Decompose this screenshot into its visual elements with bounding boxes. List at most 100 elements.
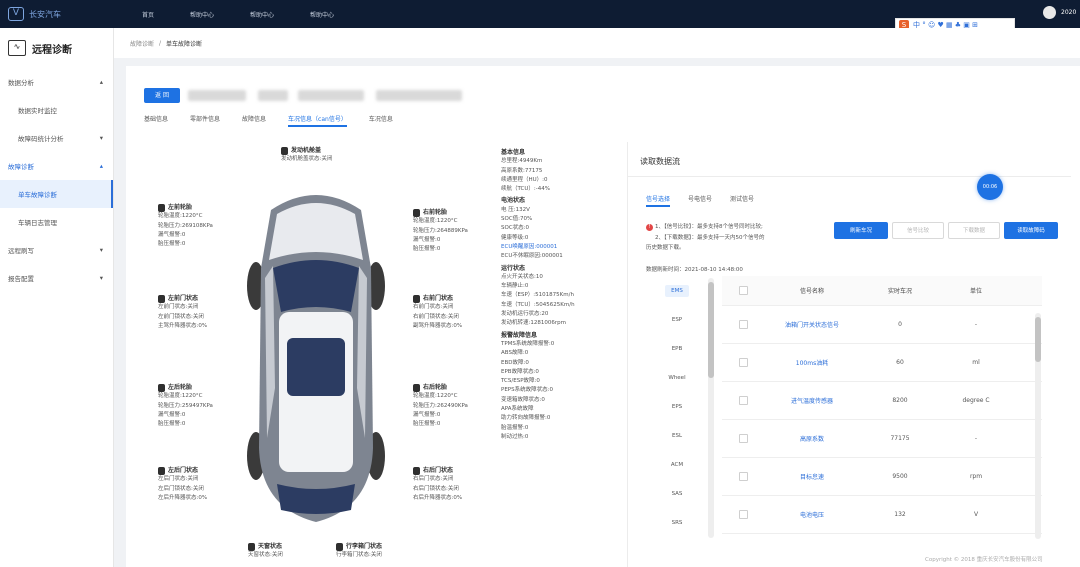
sidebar-item-label: 故障诊断	[8, 163, 34, 171]
tab-vehicle-status[interactable]: 车况信息	[369, 112, 393, 127]
tab-test-signal[interactable]: 测试信号	[730, 194, 754, 207]
ecu-item[interactable]: EPB	[646, 334, 708, 363]
compare-signals-button[interactable]: 信号比较	[892, 222, 944, 239]
sidebar-item-fault-diagnosis[interactable]: 故障诊断 ▴	[0, 152, 113, 180]
ecu-item[interactable]: ESP	[646, 305, 708, 334]
row-checkbox[interactable]	[738, 358, 748, 367]
tab-power-signal[interactable]: 号电信号	[688, 194, 712, 207]
read-dtc-button[interactable]: 读取故障码	[1004, 222, 1058, 239]
vehicle-id-redacted	[188, 90, 246, 101]
brand-name: 长安汽车	[29, 9, 61, 19]
row-checkbox[interactable]	[738, 434, 748, 443]
detail-tabs: 基础信息 零部件信息 故障信息 车况信息（can信号） 车况信息	[144, 112, 415, 127]
timer-badge[interactable]: 00:06	[977, 174, 1003, 200]
block-line: 天窗状态:关闭	[248, 552, 283, 559]
sidebar-item-realtime-monitor[interactable]: 数据实时监控	[0, 96, 113, 124]
table-row[interactable]: 100ms油耗 60 ml	[722, 344, 1042, 382]
select-all-checkbox[interactable]	[738, 286, 748, 295]
tab-basic-info[interactable]: 基础信息	[144, 112, 168, 127]
chevron-up-icon: ▴	[99, 78, 103, 86]
block-line: 轮胎温度:1220°C	[413, 393, 458, 400]
left-rear-wheel-status: 左后轮胎 轮胎温度:1220°C 轮胎压力:259497KPa 漏气报警:0 胎…	[158, 383, 213, 429]
sunroof-status: 天窗状态 天窗状态:关闭	[248, 542, 283, 561]
table-row[interactable]: 电池电压 132 V	[722, 496, 1042, 534]
block-line: 发动机舱盖状态:关闭	[281, 156, 333, 163]
nav-home[interactable]: 首页	[142, 10, 154, 19]
breadcrumb-parent[interactable]: 故障诊断	[130, 39, 154, 48]
sidebar-item-single-vehicle-diagnosis[interactable]: 单车故障诊断	[0, 180, 113, 208]
signal-name-link[interactable]: 目标怠速	[764, 472, 860, 481]
info-line: 发动机转速:1281006rpm	[501, 320, 566, 327]
info-line: SOC值:70%	[501, 216, 533, 223]
left-front-wheel-status: 左前轮胎 轮胎温度:1220°C 轮胎压力:269108KPa 漏气报警:0 胎…	[158, 203, 213, 249]
car-door-icon	[413, 466, 420, 475]
signal-name-link[interactable]: 电池电压	[764, 510, 860, 519]
info-line: SOC状态:0	[501, 225, 530, 232]
sidebar-item-report-config[interactable]: 报告配置 ▾	[0, 264, 113, 292]
vehicle-id-redacted	[258, 90, 288, 101]
ecu-item[interactable]: SRS	[646, 508, 708, 537]
table-row[interactable]: 高原系数 77175 -	[722, 420, 1042, 458]
chevron-down-icon: ▾	[99, 274, 103, 282]
copyright: Copyright © 2018 重庆长安汽车股份有限公司	[925, 557, 1043, 563]
nav-help-1[interactable]: 帮助中心	[190, 10, 214, 19]
car-door-icon	[158, 466, 165, 475]
row-checkbox[interactable]	[738, 510, 748, 519]
block-line: 左后升降器状态:0%	[158, 494, 208, 501]
signal-name-link[interactable]: 高原系数	[764, 434, 860, 443]
ecu-item[interactable]: ESL	[646, 421, 708, 450]
tab-signal-select[interactable]: 信号选择	[646, 194, 671, 207]
ecu-item[interactable]: EPS	[646, 392, 708, 421]
brand-logo[interactable]: V 长安汽车	[0, 0, 114, 28]
block-line: 胎压报警:0	[413, 246, 441, 253]
row-checkbox[interactable]	[738, 320, 748, 329]
ecu-item[interactable]: ACM	[646, 450, 708, 479]
scrollbar-thumb[interactable]	[1035, 317, 1041, 362]
ecu-item[interactable]: EMS	[646, 276, 708, 305]
block-title: 左后门状态	[168, 467, 199, 474]
ecu-list-scrollbar[interactable]	[708, 278, 714, 538]
app-title-text: 远程诊断	[32, 44, 72, 56]
info-line: PEPS系统故障状态:0	[501, 387, 553, 394]
scrollbar-thumb[interactable]	[708, 282, 714, 378]
block-line: 胎压报警:0	[158, 421, 186, 428]
ecu-item[interactable]: Wheel	[646, 363, 708, 392]
signal-unit: rpm	[969, 473, 983, 480]
nav-help-2[interactable]: 帮助中心	[250, 10, 274, 19]
sidebar-item-dtc-stats[interactable]: 故障码统计分析 ▾	[0, 124, 113, 152]
ecu-wake-reason-link[interactable]: ECU唤醒原因:000001	[501, 243, 617, 252]
ecu-item[interactable]: SAS	[646, 479, 708, 508]
block-line: 左后门锁状态:关闭	[158, 485, 204, 492]
sidebar-item-label: 数据实时监控	[18, 107, 57, 115]
nav-help-3[interactable]: 帮助中心	[310, 10, 334, 19]
row-checkbox[interactable]	[738, 472, 748, 481]
table-scrollbar[interactable]	[1035, 313, 1041, 539]
sidebar-item-remote-flash[interactable]: 远程刷写 ▾	[0, 236, 113, 264]
sidebar-item-vehicle-log[interactable]: 车辆日志管理	[0, 208, 113, 236]
tab-parts-info[interactable]: 零部件信息	[190, 112, 220, 127]
signal-name-link[interactable]: 100ms油耗	[764, 358, 860, 367]
refresh-vehicle-button[interactable]: 刷新车况	[834, 222, 888, 239]
table-row[interactable]: 进气温度传感器 8200 degree C	[722, 382, 1042, 420]
block-line: 漏气报警:0	[413, 236, 441, 243]
block-line: 漏气报警:0	[158, 231, 186, 238]
signal-name-link[interactable]: 进气温度传感器	[764, 396, 860, 405]
back-button[interactable]: 返 回	[144, 88, 180, 103]
row-checkbox[interactable]	[738, 396, 748, 405]
avatar[interactable]	[1043, 6, 1056, 19]
tab-vehicle-can[interactable]: 车况信息（can信号）	[288, 112, 347, 127]
download-data-button[interactable]: 下载数据	[948, 222, 1000, 239]
sidebar-item-data-analysis[interactable]: 数据分析 ▴	[0, 68, 113, 96]
note-line: 历史数据下载。	[646, 245, 685, 251]
signal-unit: -	[974, 435, 978, 442]
block-title: 右后门状态	[423, 467, 454, 474]
tab-fault-info[interactable]: 故障信息	[242, 112, 266, 127]
signal-name-link[interactable]: 油箱门开关状态信号	[764, 320, 860, 329]
refresh-time: 数据刷新时间：2021-08-10 14:48:00	[646, 267, 743, 273]
block-line: 主驾升降器状态:0%	[158, 322, 208, 329]
signal-table: 信号名称 实时车况 单位 油箱门开关状态信号 0 - 100ms油耗 60 ml…	[722, 276, 1042, 534]
table-row[interactable]: 油箱门开关状态信号 0 -	[722, 306, 1042, 344]
user-label: 2020	[1061, 9, 1077, 16]
user-menu[interactable]: 2020	[1043, 6, 1076, 19]
table-row[interactable]: 目标怠速 9500 rpm	[722, 458, 1042, 496]
